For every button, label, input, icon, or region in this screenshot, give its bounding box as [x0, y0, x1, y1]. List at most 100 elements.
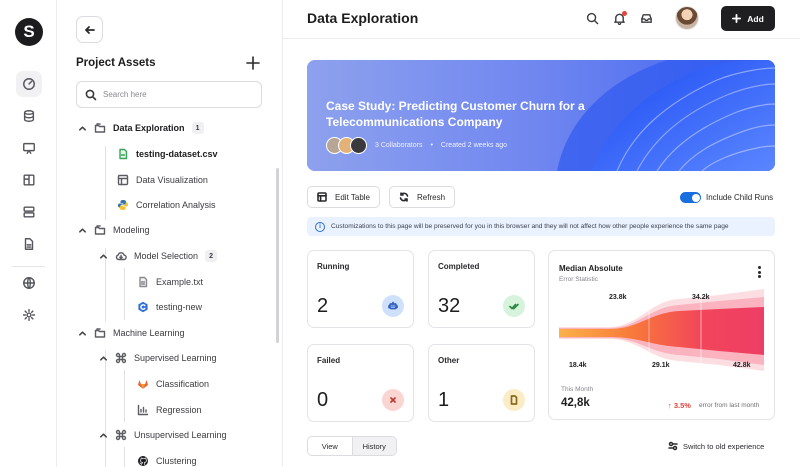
layout-nav[interactable]	[16, 167, 42, 193]
metric-delta-note: error from last month	[699, 402, 760, 409]
stat-card-failed[interactable]: Failed 0	[307, 344, 414, 422]
collaborator-avatar[interactable]	[350, 137, 367, 154]
gauge-icon	[23, 78, 35, 90]
folder-icon	[93, 326, 107, 340]
panel-title: Project Assets	[76, 57, 156, 69]
tree-label: Modeling	[113, 225, 150, 235]
refresh-label: Refresh	[417, 192, 446, 202]
tree-item-example-txt[interactable]: Example.txt	[136, 272, 203, 292]
tree-folder-machine-learning[interactable]: Machine Learning	[76, 323, 185, 343]
app-icon	[136, 300, 150, 314]
stat-card-other[interactable]: Other 1	[428, 344, 535, 422]
document-icon	[24, 238, 34, 250]
tree-item-regression[interactable]: Regression	[136, 400, 202, 420]
tree-item-data-visualization[interactable]: Data Visualization	[116, 170, 208, 190]
tab-history[interactable]: History	[351, 437, 396, 455]
page-title: Data Exploration	[307, 10, 419, 26]
search-box[interactable]	[76, 81, 262, 108]
server-nav[interactable]	[16, 199, 42, 225]
file-icon	[503, 389, 525, 411]
metric-delta: ↑ 3.5%	[668, 401, 691, 410]
include-child-runs-toggle[interactable]	[680, 192, 701, 203]
table-icon	[317, 192, 327, 202]
cloud-icon	[114, 249, 128, 263]
back-button[interactable]	[76, 16, 103, 43]
avatar[interactable]	[675, 6, 699, 30]
metric-value: 42,8k	[561, 397, 590, 409]
tree-item-testing-new[interactable]: testing-new	[136, 297, 202, 317]
arrow-left-icon	[84, 25, 95, 34]
rail-divider	[12, 266, 45, 267]
more-options-button[interactable]	[758, 266, 762, 278]
created-time: Created 2 weeks ago	[440, 142, 508, 149]
info-banner: i Customizations to this page will be pr…	[307, 217, 775, 236]
chevron-up-icon	[76, 224, 88, 236]
banner-title: Case Study: Predicting Customer Churn fo…	[326, 99, 585, 129]
tree-item-correlation-analysis[interactable]: Correlation Analysis	[116, 195, 216, 215]
header-search-button[interactable]	[584, 10, 600, 26]
stat-value: 2	[317, 295, 329, 317]
chart-label: 18.4k	[569, 362, 587, 369]
tree-label: Regression	[156, 405, 202, 415]
app-logo[interactable]: S	[15, 18, 43, 46]
stat-card-running[interactable]: Running 2	[307, 250, 414, 328]
chevron-up-icon	[97, 250, 109, 262]
plus-icon	[246, 56, 260, 70]
tree-item-testing-dataset[interactable]: testing-dataset.csv	[116, 144, 218, 164]
refresh-button[interactable]: Refresh	[389, 186, 456, 208]
include-child-runs-label: Include Child Runs	[706, 193, 774, 202]
tree-label: Supervised Learning	[134, 353, 217, 363]
item-count-badge: 1	[191, 122, 204, 134]
server-icon	[23, 206, 35, 218]
project-assets-panel: Project Assets Data Exploration 1 testin…	[57, 0, 283, 467]
add-button[interactable]: Add	[721, 6, 775, 31]
tree-folder-model-selection[interactable]: Model Selection 2	[97, 246, 218, 266]
tree-guide	[105, 146, 106, 220]
database-nav[interactable]	[16, 103, 42, 129]
search-icon	[586, 12, 598, 24]
tree-item-classification[interactable]: Classification	[136, 374, 209, 394]
tree-folder-supervised-learning[interactable]: Supervised Learning	[97, 348, 217, 368]
tree-folder-data-exploration[interactable]: Data Exploration 1	[76, 118, 204, 138]
tree-label: Data Visualization	[136, 175, 208, 185]
tree-label: Clustering	[156, 456, 197, 466]
chart-label: 42.8k	[733, 362, 751, 369]
stat-title: Completed	[438, 262, 480, 271]
bar-chart-icon	[136, 403, 150, 417]
documents-nav[interactable]	[16, 231, 42, 257]
tree-scrollbar[interactable]	[276, 168, 279, 343]
view-history-toggle: View History	[307, 436, 397, 456]
inbox-button[interactable]	[638, 10, 654, 26]
edit-table-button[interactable]: Edit Table	[307, 186, 380, 208]
tab-view[interactable]: View	[308, 437, 352, 455]
case-study-banner: Case Study: Predicting Customer Churn fo…	[307, 60, 775, 171]
presentation-nav[interactable]	[16, 135, 42, 161]
collaborators-row: 3 Collaborators • Created 2 weeks ago	[326, 137, 507, 154]
chevron-up-icon	[76, 327, 88, 339]
switch-label: Switch to old experience	[683, 441, 765, 451]
tree-guide	[124, 447, 125, 467]
settings-nav[interactable]	[16, 302, 42, 328]
presentation-icon	[23, 142, 35, 154]
chart-label: 34.2k	[692, 294, 710, 301]
tree-label: testing-dataset.csv	[136, 149, 218, 159]
globe-nav[interactable]	[16, 270, 42, 296]
tree-folder-modeling[interactable]: Modeling	[76, 220, 150, 240]
tree-label: Example.txt	[156, 277, 204, 287]
tree-label: Correlation Analysis	[136, 200, 216, 210]
switch-to-old-experience-link[interactable]: Switch to old experience	[668, 441, 764, 451]
chevron-up-icon	[76, 122, 88, 134]
stat-card-completed[interactable]: Completed 32	[428, 250, 535, 328]
tree-label: Unsupervised Learning	[134, 430, 227, 440]
search-input[interactable]	[103, 90, 253, 99]
command-icon	[114, 428, 128, 442]
metric-title: Median Absolute	[559, 264, 623, 273]
database-icon	[23, 110, 35, 122]
stat-title: Other	[438, 356, 460, 365]
notifications-button[interactable]	[611, 10, 627, 26]
arrow-up-icon: ↑	[668, 401, 672, 410]
dashboard-nav[interactable]	[16, 71, 42, 97]
add-asset-button[interactable]	[245, 55, 261, 71]
tree-folder-unsupervised-learning[interactable]: Unsupervised Learning	[97, 425, 227, 445]
tree-item-clustering[interactable]: Clustering	[136, 451, 197, 467]
